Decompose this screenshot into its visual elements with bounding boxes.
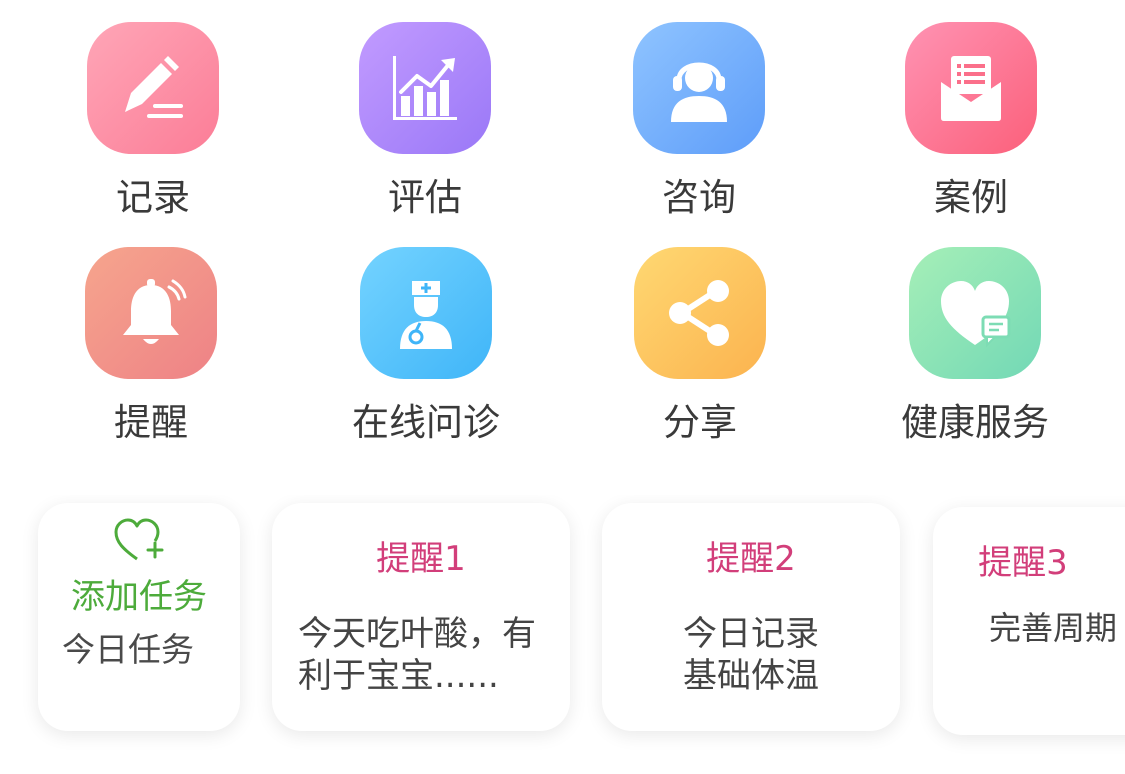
feature-record-label: 记录 xyxy=(116,176,190,219)
mail-envelope-icon xyxy=(905,22,1037,154)
heart-chat-icon xyxy=(909,247,1041,379)
heart-plus-icon xyxy=(114,518,164,561)
add-task-card[interactable]: 添加任务 今日任务 xyxy=(38,503,240,731)
add-task-label: 添加任务 xyxy=(71,577,207,617)
reminder-text: 今天吃叶酸，有 利于宝宝...... xyxy=(298,614,536,696)
feature-online-consultation[interactable]: 在线问诊 xyxy=(316,247,536,467)
feature-share[interactable]: 分享 xyxy=(590,247,810,467)
feature-online-consultation-label: 在线问诊 xyxy=(352,401,500,444)
doctor-icon xyxy=(360,247,492,379)
reminder-title: 提醒3 xyxy=(978,543,1068,583)
reminder-text: 今日记录 基础体温 xyxy=(683,614,819,696)
feature-cases[interactable]: 案例 xyxy=(861,22,1081,242)
share-icon xyxy=(634,247,766,379)
reminder-text: 完善周期 xyxy=(989,609,1118,647)
feature-consult[interactable]: 咨询 xyxy=(589,22,809,242)
feature-health-service-label: 健康服务 xyxy=(901,401,1049,444)
reminder-card-3[interactable]: 提醒3 完善周期 xyxy=(933,507,1125,735)
reminder-card-1[interactable]: 提醒1 今天吃叶酸，有 利于宝宝...... xyxy=(272,503,570,731)
task-cards: 添加任务 今日任务 提醒1 今天吃叶酸，有 利于宝宝...... 提醒2 今日记… xyxy=(0,495,1125,774)
feature-record[interactable]: 记录 xyxy=(43,22,263,242)
bar-chart-icon xyxy=(359,22,491,154)
headset-agent-icon xyxy=(633,22,765,154)
bell-icon xyxy=(85,247,217,379)
feature-assessment[interactable]: 评估 xyxy=(315,22,535,242)
pencil-icon xyxy=(87,22,219,154)
reminder-title: 提醒2 xyxy=(706,539,796,579)
feature-reminder[interactable]: 提醒 xyxy=(41,247,261,467)
feature-grid: 记录 评估 咨询 案例 提醒 在线问诊 分享 健康服务 xyxy=(0,0,1125,470)
feature-health-service[interactable]: 健康服务 xyxy=(865,247,1085,467)
reminder-title: 提醒1 xyxy=(376,539,466,579)
feature-reminder-label: 提醒 xyxy=(114,401,188,444)
reminder-card-2[interactable]: 提醒2 今日记录 基础体温 xyxy=(602,503,900,731)
feature-consult-label: 咨询 xyxy=(662,176,736,219)
today-task-label: 今日任务 xyxy=(62,630,194,669)
feature-cases-label: 案例 xyxy=(934,176,1008,219)
feature-assessment-label: 评估 xyxy=(388,176,462,219)
feature-share-label: 分享 xyxy=(663,401,737,444)
